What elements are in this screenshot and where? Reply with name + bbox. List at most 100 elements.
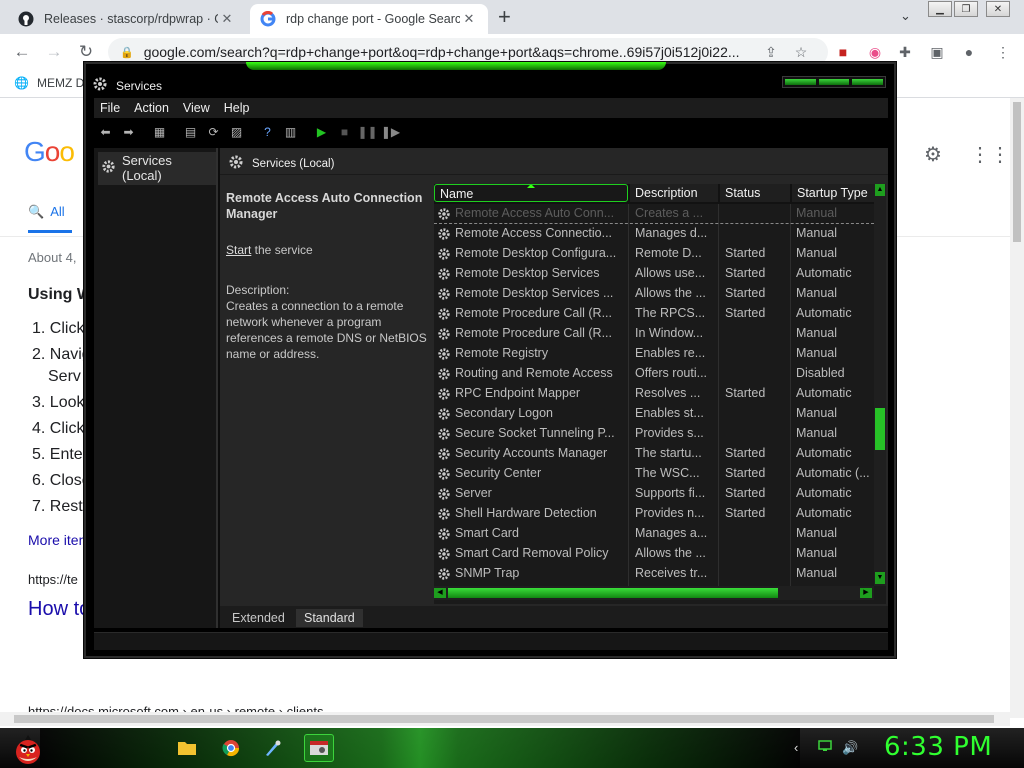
export-list-icon[interactable]: ▨ <box>225 121 248 143</box>
scroll-thumb[interactable] <box>875 408 885 450</box>
service-row[interactable]: Remote Desktop Services Allows use... Star… <box>434 264 874 284</box>
service-row[interactable]: Shell Hardware Detection Provides n... Sta… <box>434 504 874 524</box>
service-row[interactable]: Smart Card Removal Policy Allows the ... M… <box>434 544 874 564</box>
service-startup-type: Manual <box>796 346 837 360</box>
close-tab-icon[interactable]: ✕ <box>218 11 236 27</box>
service-row[interactable]: SNMP Trap Receives tr... Manual <box>434 564 874 584</box>
maximize-button[interactable]: ❐ <box>954 1 978 17</box>
service-row[interactable]: RPC Endpoint Mapper Resolves ... Started Au… <box>434 384 874 404</box>
menu-help[interactable]: Help <box>218 101 258 115</box>
forward-arrow-icon[interactable]: ➡ <box>117 121 140 143</box>
service-row[interactable]: Remote Desktop Configura... Remote D... St… <box>434 244 874 264</box>
tab-all[interactable]: 🔍 All <box>28 204 65 220</box>
browser-tabstrip: Releases · stascorp/rdpwrap · Git ✕ rdp … <box>0 0 1024 34</box>
volume-icon[interactable]: 🔊 <box>842 740 858 756</box>
pause-service-icon[interactable]: ❚❚ <box>356 121 379 143</box>
service-row[interactable]: Secondary Logon Enables st... Manual <box>434 404 874 424</box>
caption-buttons[interactable] <box>782 76 886 88</box>
service-row[interactable]: Security Center The WSC... Started Automati… <box>434 464 874 484</box>
column-header-status[interactable]: Status <box>720 184 790 202</box>
help-icon[interactable]: ? <box>256 121 279 143</box>
close-tab-icon[interactable]: ✕ <box>460 11 478 27</box>
tab-extended[interactable]: Extended <box>224 609 293 627</box>
restart-service-icon[interactable]: ❚▶ <box>379 121 402 143</box>
tab-github-releases[interactable]: Releases · stascorp/rdpwrap · Git ✕ <box>8 4 246 34</box>
column-header-startup-type[interactable]: Startup Type <box>792 184 876 202</box>
paint-icon[interactable] <box>258 734 288 762</box>
stop-service-icon[interactable]: ■ <box>333 121 356 143</box>
service-row[interactable]: Remote Access Connectio... Manages d... Ma… <box>434 224 874 244</box>
minimize-button[interactable]: ▁ <box>928 1 952 17</box>
start-service-icon[interactable]: ▶ <box>310 121 333 143</box>
service-row[interactable]: Secure Socket Tunneling P... Provides s..… <box>434 424 874 444</box>
extensions-puzzle-icon[interactable]: ✚ <box>896 43 914 61</box>
tab-standard[interactable]: Standard <box>296 609 363 627</box>
back-icon[interactable]: ← <box>10 40 34 64</box>
column-header-description[interactable]: Description <box>630 184 718 202</box>
more-items-link[interactable]: More item <box>28 532 90 548</box>
start-service-text: Start the service <box>226 242 428 258</box>
extension-icon[interactable]: ■ <box>834 43 852 61</box>
start-service-link[interactable]: Start <box>226 243 251 257</box>
services-icon[interactable] <box>304 734 334 762</box>
list-horizontal-scrollbar[interactable]: ◀ ▶ <box>434 586 874 600</box>
tree-item-services-local[interactable]: Services (Local) <box>98 152 216 185</box>
menu-view[interactable]: View <box>177 101 218 115</box>
reload-icon[interactable]: ↻ <box>74 40 98 64</box>
tab-google-search[interactable]: rdp change port - Google Search ✕ <box>250 4 488 34</box>
new-tab-button[interactable]: + <box>498 6 511 28</box>
settings-gear-icon[interactable]: ⚙ <box>924 142 942 167</box>
close-window-button[interactable]: ✕ <box>986 1 1010 17</box>
services-titlebar[interactable]: Services <box>92 76 162 95</box>
minimize-button[interactable] <box>785 79 816 85</box>
service-row[interactable]: Routing and Remote Access Offers routi...… <box>434 364 874 384</box>
tab-search-icon[interactable]: ⌄ <box>900 8 911 24</box>
scroll-up-arrow[interactable]: ▲ <box>875 184 885 196</box>
service-row[interactable]: Smart Card Manages a... Manual <box>434 524 874 544</box>
bookmark-star-icon[interactable]: ☆ <box>792 43 810 61</box>
scroll-left-arrow[interactable]: ◀ <box>434 588 446 598</box>
service-row[interactable]: Security Accounts Manager The startu... St… <box>434 444 874 464</box>
service-row[interactable]: Server Supports fi... Started Automatic <box>434 484 874 504</box>
action-pane-icon[interactable]: ▥ <box>279 121 302 143</box>
show-tree-icon[interactable]: ▦ <box>148 121 171 143</box>
page-vertical-scrollbar[interactable] <box>1010 98 1024 718</box>
service-row[interactable]: Remote Procedure Call (R... In Window... M… <box>434 324 874 344</box>
scroll-down-arrow[interactable]: ▼ <box>875 572 885 584</box>
start-button[interactable] <box>8 730 48 768</box>
page-horizontal-scrollbar[interactable] <box>0 712 1010 726</box>
service-row[interactable]: Remote Access Auto Conn... Creates a ... M… <box>434 204 874 224</box>
scroll-right-arrow[interactable]: ▶ <box>860 588 872 598</box>
scroll-thumb[interactable] <box>448 588 778 598</box>
properties-icon[interactable]: ▤ <box>179 121 202 143</box>
apps-grid-icon[interactable]: ⋮⋮ <box>970 142 1010 167</box>
service-row[interactable]: Remote Registry Enables re... Manual <box>434 344 874 364</box>
forward-icon[interactable]: → <box>42 40 66 64</box>
menu-file[interactable]: File <box>94 101 128 115</box>
column-header-name[interactable]: Name <box>434 184 628 202</box>
profile-icon[interactable]: ● <box>960 43 978 61</box>
menu-dots-icon[interactable]: ⋮ <box>994 43 1012 61</box>
status-bar <box>94 632 888 650</box>
list-vertical-scrollbar[interactable]: ▲ ▼ <box>874 184 886 586</box>
network-icon[interactable] <box>818 740 832 755</box>
bookmark-item[interactable]: 🌐 MEMZ D <box>14 76 84 90</box>
extension-icon[interactable]: ◉ <box>866 43 884 61</box>
refresh-icon[interactable]: ⟳ <box>202 121 225 143</box>
service-row[interactable]: Remote Desktop Services ... Allows the ..… <box>434 284 874 304</box>
close-button[interactable] <box>852 79 884 85</box>
google-logo[interactable]: Goo <box>24 136 75 168</box>
folder-icon[interactable] <box>172 734 202 762</box>
back-arrow-icon[interactable]: ⬅ <box>94 121 117 143</box>
service-description: Remote D... <box>635 246 702 260</box>
share-icon[interactable]: ⇪ <box>762 43 780 61</box>
gear-icon <box>101 159 116 177</box>
taskbar-clock[interactable]: 6:33 PM <box>884 732 992 762</box>
chrome-icon[interactable] <box>216 734 246 762</box>
show-hidden-icons-icon[interactable]: ‹ <box>794 740 798 755</box>
side-panel-icon[interactable]: ▣ <box>928 43 946 61</box>
service-row[interactable]: Remote Procedure Call (R... The RPCS... St… <box>434 304 874 324</box>
result-link[interactable]: How to <box>28 598 90 621</box>
maximize-button[interactable] <box>818 79 850 85</box>
menu-action[interactable]: Action <box>128 101 177 115</box>
